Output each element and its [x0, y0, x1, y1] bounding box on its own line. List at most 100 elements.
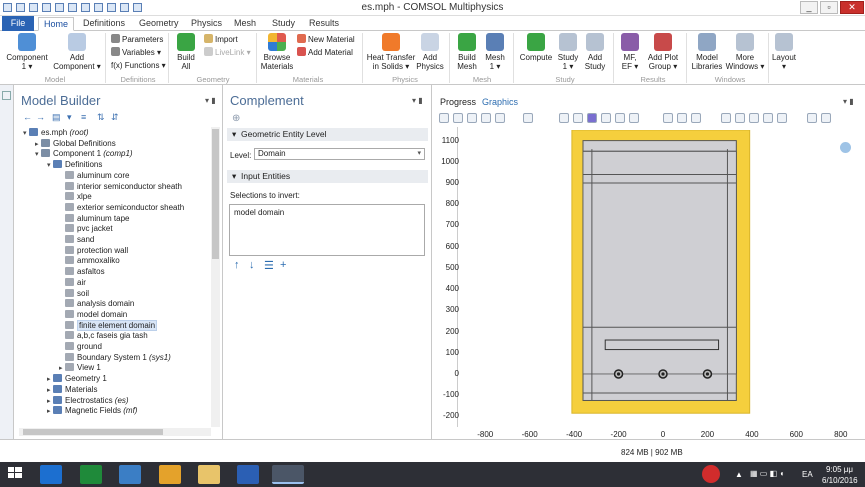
- model-builder-dock-icon[interactable]: [2, 91, 11, 100]
- print-icon[interactable]: [821, 113, 831, 123]
- nav-back-icon[interactable]: ←: [23, 112, 32, 122]
- scene-light-icon[interactable]: [777, 113, 787, 123]
- pin-selection-icon[interactable]: ⊕: [232, 113, 240, 124]
- tree-node[interactable]: soil: [59, 288, 89, 299]
- tree-node[interactable]: asfaltos: [59, 266, 105, 277]
- tree-node[interactable]: ▾ Definitions: [47, 159, 102, 170]
- livelink-button[interactable]: LiveLink ▾: [204, 47, 251, 58]
- tree-node[interactable]: aluminum core: [59, 170, 129, 181]
- tree-node[interactable]: aluminum tape: [59, 213, 129, 224]
- move-down-icon[interactable]: ↓: [249, 259, 255, 271]
- functions-button[interactable]: f(x) Functions ▾: [111, 60, 166, 71]
- add-study-button[interactable]: Add Study: [582, 33, 608, 71]
- tree-node[interactable]: ▸ Geometry 1: [47, 373, 107, 384]
- tree-node[interactable]: ammoxaliko: [59, 255, 120, 266]
- tab-study[interactable]: Study: [272, 17, 295, 31]
- new-material-button[interactable]: New Material: [297, 34, 355, 45]
- mf-ef-button[interactable]: MF, EF ▾: [617, 33, 643, 71]
- panel-pin-icon[interactable]: ▾ ▮: [412, 96, 423, 105]
- select-objects-icon[interactable]: [587, 113, 597, 123]
- tab-graphics[interactable]: Graphics: [482, 97, 518, 107]
- build-mesh-button[interactable]: Build Mesh: [454, 33, 480, 71]
- select-all-icon[interactable]: [629, 113, 639, 123]
- camera-icon[interactable]: [807, 113, 817, 123]
- nav-forward-icon[interactable]: →: [36, 112, 45, 122]
- panel-pin-icon[interactable]: ▾ ▮: [843, 97, 854, 106]
- comsol-taskbar-icon[interactable]: [272, 465, 304, 484]
- tab-progress[interactable]: Progress: [440, 97, 476, 107]
- move-up-icon[interactable]: ↑: [234, 259, 240, 271]
- tree-node[interactable]: pvc jacket: [59, 223, 113, 234]
- show-icon[interactable]: ▤: [52, 112, 61, 122]
- panel-pin-icon[interactable]: ▾ ▮: [205, 96, 216, 105]
- tree-node[interactable]: protection wall: [59, 245, 128, 256]
- variables-button[interactable]: Variables ▾: [111, 47, 161, 58]
- ie-icon[interactable]: [40, 465, 62, 484]
- list-item[interactable]: model domain: [234, 208, 420, 217]
- tree-hscroll-thumb[interactable]: [23, 429, 163, 435]
- windows-start-icon[interactable]: [6, 465, 28, 484]
- select-domains-icon[interactable]: [559, 113, 569, 123]
- notification-app-icon[interactable]: [702, 465, 720, 483]
- mesh-button[interactable]: Mesh 1 ▾: [482, 33, 508, 71]
- section-input-entities[interactable]: ▾ Input Entities: [227, 170, 428, 183]
- tree-node[interactable]: ▸ Materials: [47, 384, 97, 395]
- tab-definitions[interactable]: Definitions: [83, 17, 125, 31]
- select-points-icon[interactable]: [615, 113, 625, 123]
- tree-node[interactable]: ▸ Global Definitions: [35, 138, 116, 149]
- select-edges-icon[interactable]: [601, 113, 611, 123]
- tab-mesh[interactable]: Mesh: [234, 17, 256, 31]
- tab-physics[interactable]: Physics: [191, 17, 222, 31]
- section-geometric-entity-level[interactable]: ▾ Geometric Entity Level: [227, 128, 428, 141]
- tree-node[interactable]: ▸ Magnetic Fields (mf): [47, 405, 137, 416]
- tab-results[interactable]: Results: [309, 17, 339, 31]
- tree-node[interactable]: model domain: [59, 309, 127, 320]
- clear-selection-icon[interactable]: [663, 113, 673, 123]
- import-button[interactable]: Import: [204, 34, 238, 45]
- more-windows-button[interactable]: More Windows ▾: [725, 33, 765, 71]
- grid-icon[interactable]: [749, 113, 759, 123]
- add-plot-group-button[interactable]: Add Plot Group ▾: [645, 33, 681, 71]
- heat-transfer-button[interactable]: Heat Transfer in Solids ▾: [366, 33, 416, 71]
- geometry-plot[interactable]: [463, 130, 863, 427]
- invert-selection-icon[interactable]: [677, 113, 687, 123]
- wireframe-icon[interactable]: [721, 113, 731, 123]
- tree-node[interactable]: interior semiconductor sheath: [59, 181, 182, 192]
- level-select[interactable]: Domain ▾: [254, 148, 425, 160]
- zoom-box-icon[interactable]: [467, 113, 477, 123]
- tree-node[interactable]: exterior semiconductor sheath: [59, 202, 184, 213]
- file-menu-button[interactable]: File: [2, 16, 34, 31]
- store-icon[interactable]: [80, 465, 102, 484]
- add-selection-icon[interactable]: +: [280, 259, 286, 271]
- study-button[interactable]: Study 1 ▾: [555, 33, 581, 71]
- zoom-out-icon[interactable]: [453, 113, 463, 123]
- compute-button[interactable]: Compute: [518, 33, 554, 62]
- tree-node[interactable]: ▾ es.mph (root): [23, 127, 89, 138]
- clock-date[interactable]: 6/10/2016: [822, 476, 858, 485]
- select-boundaries-icon[interactable]: [573, 113, 583, 123]
- tree-scroll-thumb[interactable]: [212, 129, 219, 259]
- add-material-button[interactable]: Add Material: [297, 47, 353, 58]
- tree-node[interactable]: ▸ View 1: [59, 362, 101, 373]
- tree-node[interactable]: sand: [59, 234, 94, 245]
- transparency-icon[interactable]: [735, 113, 745, 123]
- axes-icon[interactable]: [523, 113, 533, 123]
- minimize-button[interactable]: _: [800, 1, 818, 14]
- maximize-button[interactable]: ▫: [820, 1, 838, 14]
- tree-node[interactable]: analysis domain: [59, 298, 134, 309]
- component-button[interactable]: Component 1 ▾: [6, 33, 48, 71]
- side-dock-strip[interactable]: [0, 85, 14, 439]
- expand-icon[interactable]: ⇅: [97, 112, 105, 122]
- tree-node[interactable]: Boundary System 1 (sys1): [59, 352, 171, 363]
- axis-icon[interactable]: [763, 113, 773, 123]
- build-all-button[interactable]: Build All: [172, 33, 200, 71]
- add-component-button[interactable]: Add Component ▾: [52, 33, 102, 71]
- selections-list[interactable]: model domain: [229, 204, 425, 256]
- computer-icon[interactable]: [119, 465, 141, 484]
- tree-node[interactable]: ground: [59, 341, 102, 352]
- list-menu-icon[interactable]: ☰: [264, 259, 274, 272]
- hide-icon[interactable]: [691, 113, 701, 123]
- tray-icons[interactable]: ▦ ▭ ◧ ◖: [750, 469, 784, 478]
- tree-node[interactable]: a,b,c faseis gia tash: [59, 330, 148, 341]
- zoom-selected-icon[interactable]: [481, 113, 491, 123]
